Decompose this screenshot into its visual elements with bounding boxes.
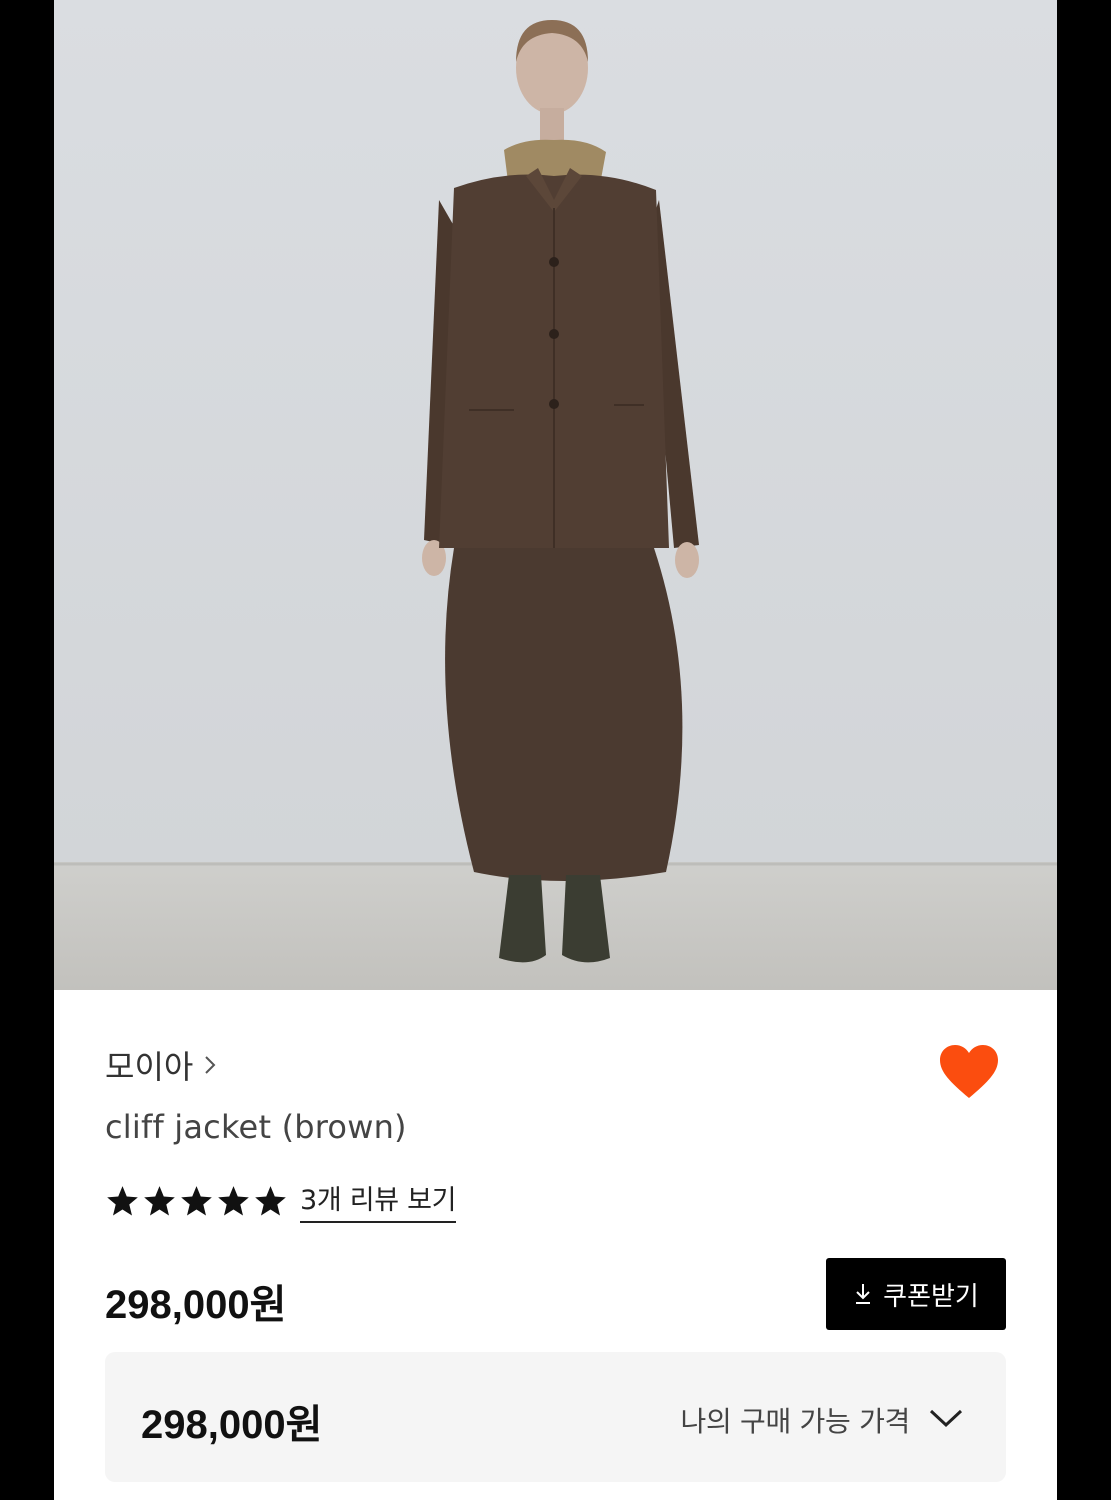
- brand-name: 모이아: [105, 1048, 194, 1086]
- star-icon: [255, 1185, 286, 1215]
- coupon-button[interactable]: 쿠폰받기: [826, 1258, 1006, 1330]
- review-link[interactable]: 3개 리뷰 보기: [300, 1178, 456, 1223]
- my-price-value: 298,000원: [141, 1403, 323, 1447]
- star-icon: [144, 1185, 175, 1215]
- product-screen: 모이아 cliff jacket (brown) 3개 리뷰 보기 298,00…: [54, 0, 1057, 1500]
- download-icon: [856, 1284, 871, 1304]
- heart-icon[interactable]: [938, 1044, 1000, 1100]
- product-title: cliff jacket (brown): [105, 1108, 407, 1146]
- star-icon: [107, 1185, 138, 1215]
- chevron-right-icon: [205, 1056, 216, 1074]
- coupon-button-label: 쿠폰받기: [883, 1281, 979, 1312]
- rating-row: 3개 리뷰 보기: [105, 1178, 456, 1223]
- product-info: 모이아 cliff jacket (brown) 3개 리뷰 보기 298,00…: [54, 990, 1057, 1500]
- product-photo: [54, 0, 1057, 990]
- product-price: 298,000원: [105, 1283, 287, 1327]
- my-price-dropdown[interactable]: 298,000원 나의 구매 가능 가격: [105, 1352, 1006, 1482]
- star-icon: [218, 1185, 249, 1215]
- star-icon: [181, 1185, 212, 1215]
- my-price-label: 나의 구매 가능 가격: [680, 1405, 911, 1438]
- brand-link[interactable]: 모이아: [105, 1042, 217, 1088]
- star-rating: [105, 1184, 288, 1218]
- chevron-down-icon: [929, 1409, 963, 1428]
